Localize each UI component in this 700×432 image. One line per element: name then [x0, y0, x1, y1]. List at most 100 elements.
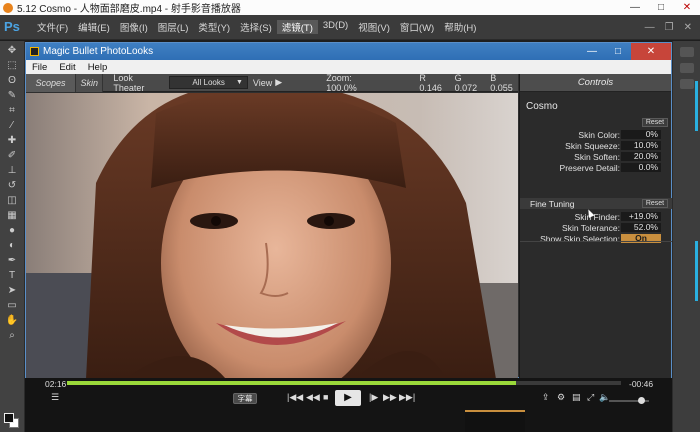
- fast-forward-icon[interactable]: ▶▶: [383, 392, 397, 403]
- rgb-readout: R 0.146 G 0.072 B 0.055: [419, 73, 518, 93]
- menu-edit[interactable]: Edit: [53, 62, 81, 73]
- cosmo-section-title: Cosmo: [526, 101, 558, 112]
- volume-slider-knob[interactable]: [637, 397, 645, 404]
- volume-slider[interactable]: [609, 397, 649, 404]
- type-tool-icon[interactable]: T: [4, 270, 21, 281]
- ps-menu-item[interactable]: 类型(Y): [193, 20, 235, 34]
- controls-panel: Controls Cosmo Reset Skin Color: 0% Skin…: [519, 74, 672, 379]
- panel-divider: [520, 241, 672, 242]
- fullscreen-icon[interactable]: ⤢: [587, 392, 594, 403]
- skip-forward-icon[interactable]: ▶▶|: [399, 392, 415, 403]
- param-row-skin-color: Skin Color: 0%: [522, 130, 670, 140]
- skin-soften-field[interactable]: 20.0%: [621, 152, 661, 161]
- skin-finder-field[interactable]: +19.0%: [621, 212, 661, 221]
- zoom-tool-icon[interactable]: ⌕: [4, 330, 21, 341]
- cosmo-reset-button[interactable]: Reset: [642, 118, 668, 127]
- ps-menu-item[interactable]: 选择(S): [235, 20, 277, 34]
- view-button[interactable]: View: [253, 78, 272, 88]
- subtitle-button[interactable]: 字幕: [233, 393, 257, 404]
- ps-menu-item[interactable]: 图像(I): [115, 20, 153, 34]
- player-title-bar: 5.12 Cosmo - 人物面部磨皮.mp4 - 射手影音播放器 — □ ✕: [0, 0, 700, 15]
- panel-button[interactable]: [679, 79, 694, 89]
- seek-bar-fill: [67, 381, 516, 385]
- healing-tool-icon[interactable]: ✚: [4, 135, 21, 146]
- look-theater-label: Look Theater: [113, 72, 145, 93]
- portrait-image: [26, 93, 518, 379]
- lasso-tool-icon[interactable]: ʘ: [4, 75, 21, 86]
- pen-tool-icon[interactable]: ✒: [4, 255, 21, 266]
- skin-squeeze-field[interactable]: 10.0%: [621, 141, 661, 150]
- media-player-controls: 02:16 -00:46 ☰ 字幕 |◀◀ ◀◀ ■ ▶ |▶ ▶▶ ▶▶| ⇪…: [25, 378, 672, 432]
- panel-button[interactable]: [679, 63, 694, 73]
- photoshop-logo: Ps: [4, 19, 20, 34]
- stamp-tool-icon[interactable]: ⊥: [4, 165, 21, 176]
- photolooks-title: Magic Bullet PhotoLooks: [43, 46, 154, 57]
- photoshop-toolbar: ✥ ⬚ ʘ ✎ ⌗ ⁄ ✚ ✐ ⊥ ↺ ◫ ▦ ● ◐ ✒ T ➤ ▭ ✋ ⌕: [0, 41, 25, 432]
- step-forward-icon[interactable]: |▶: [369, 392, 378, 403]
- panel-scrollbar[interactable]: [695, 241, 698, 301]
- quick-select-tool-icon[interactable]: ✎: [4, 90, 21, 101]
- ps-menu-item[interactable]: 编辑(E): [73, 20, 115, 34]
- ps-menu-item[interactable]: 滤镜(T): [276, 20, 318, 34]
- photolooks-minimize-icon[interactable]: —: [579, 43, 605, 60]
- crop-tool-icon[interactable]: ⌗: [4, 105, 21, 116]
- path-select-tool-icon[interactable]: ➤: [4, 285, 21, 296]
- red-value: R 0.146: [419, 72, 442, 93]
- portrait-preview[interactable]: [26, 93, 518, 379]
- close-button[interactable]: ✕: [674, 2, 700, 13]
- param-label: Skin Color:: [578, 130, 620, 140]
- ps-close-icon[interactable]: ✕: [684, 22, 692, 33]
- history-brush-tool-icon[interactable]: ↺: [4, 180, 21, 191]
- skip-back-icon[interactable]: |◀◀: [287, 392, 303, 403]
- seek-bar[interactable]: [67, 381, 621, 385]
- dodge-tool-icon[interactable]: ◐: [4, 240, 21, 251]
- shape-tool-icon[interactable]: ▭: [4, 300, 21, 311]
- settings-icon[interactable]: ⚙: [557, 392, 565, 403]
- equalizer-icon[interactable]: ▤: [572, 392, 581, 403]
- param-label: Preserve Detail:: [559, 163, 620, 173]
- ps-menu-item[interactable]: 图层(L): [153, 20, 194, 34]
- play-icon[interactable]: ▶: [275, 77, 282, 88]
- brush-tool-icon[interactable]: ✐: [4, 150, 21, 161]
- eraser-tool-icon[interactable]: ◫: [4, 195, 21, 206]
- preserve-detail-field[interactable]: 0.0%: [621, 163, 661, 172]
- stop-icon[interactable]: ■: [323, 392, 328, 402]
- skin-color-field[interactable]: 0%: [621, 130, 661, 139]
- skin-tolerance-field[interactable]: 52.0%: [621, 223, 661, 232]
- tab-scopes[interactable]: Scopes: [26, 73, 77, 92]
- photolooks-close-icon[interactable]: ✕: [631, 43, 671, 60]
- ps-menu-item[interactable]: 窗口(W): [395, 20, 439, 34]
- move-tool-icon[interactable]: ✥: [4, 45, 21, 56]
- fine-tuning-reset-button[interactable]: Reset: [642, 199, 668, 208]
- param-label: Show Skin Selection:: [540, 234, 620, 244]
- playlist-icon[interactable]: ☰: [51, 392, 59, 403]
- ps-menu-item[interactable]: 视图(V): [353, 20, 395, 34]
- ps-menu-item[interactable]: 文件(F): [32, 20, 73, 34]
- look-theater-select[interactable]: All Looks ▼: [169, 76, 248, 89]
- rewind-icon[interactable]: ◀◀: [306, 392, 320, 403]
- ps-minimize-icon[interactable]: —: [645, 22, 655, 33]
- panel-scrollbar[interactable]: [695, 81, 698, 131]
- eyedropper-tool-icon[interactable]: ⁄: [4, 120, 21, 131]
- hand-tool-icon[interactable]: ✋: [4, 315, 21, 326]
- controls-header: Controls: [520, 74, 671, 92]
- ps-restore-icon[interactable]: ❐: [665, 22, 674, 33]
- ps-menu-item[interactable]: 3D(D): [318, 20, 353, 34]
- foreground-color-swatch[interactable]: [4, 413, 14, 423]
- photolooks-title-bar: Magic Bullet PhotoLooks — □ ✕: [26, 43, 671, 60]
- marquee-tool-icon[interactable]: ⬚: [4, 60, 21, 71]
- panel-button[interactable]: [679, 47, 694, 57]
- ps-menu-item[interactable]: 帮助(H): [439, 20, 481, 34]
- maximize-button[interactable]: □: [648, 2, 674, 13]
- screenshot-icon[interactable]: ⇪: [542, 392, 550, 403]
- gradient-tool-icon[interactable]: ▦: [4, 210, 21, 221]
- menu-help[interactable]: Help: [82, 62, 114, 73]
- tab-skin[interactable]: Skin: [76, 73, 104, 92]
- photoshop-window-controls: — ❐ ✕: [645, 22, 700, 33]
- play-button[interactable]: ▶: [335, 390, 361, 406]
- photolooks-maximize-icon[interactable]: □: [605, 43, 631, 60]
- menu-file[interactable]: File: [26, 62, 53, 73]
- param-row-skin-tolerance: Skin Tolerance: 52.0%: [522, 223, 670, 233]
- blur-tool-icon[interactable]: ●: [4, 225, 21, 236]
- minimize-button[interactable]: —: [622, 2, 648, 13]
